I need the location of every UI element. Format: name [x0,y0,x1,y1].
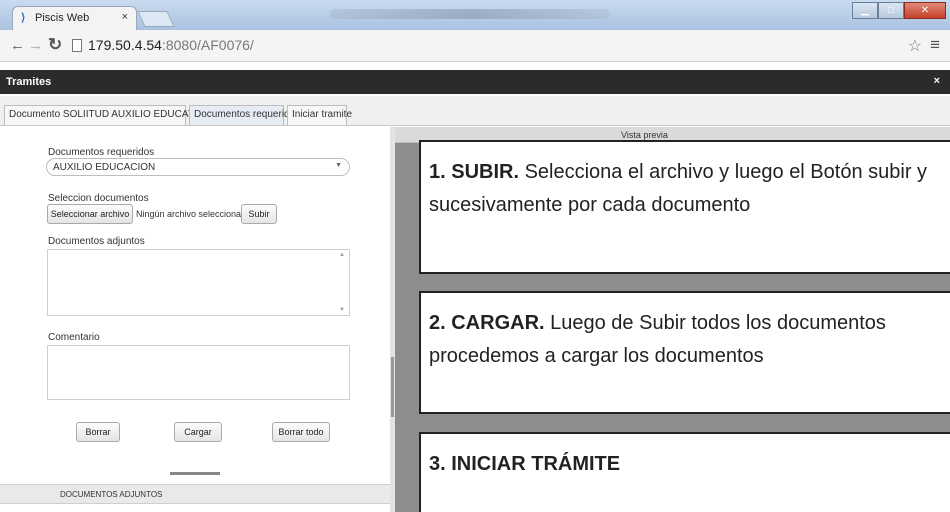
no-file-text: Ningún archivo seleccionado [136,209,252,219]
url-host: 179.50.4.54 [88,37,162,53]
page-icon [72,39,82,52]
minimize-button[interactable]: ▁ [852,2,878,19]
form-pane: Documentos requeridos AUXILIO EDUCACION … [0,127,394,512]
attached-docs-header: DOCUMENTOS ADJUNTOS [0,484,394,504]
required-docs-label: Documentos requeridos [48,147,155,158]
tab-iniciar-tramite[interactable]: Iniciar tramite [287,105,352,125]
tab-documentos-requeridos[interactable]: Documentos requeridos [189,105,300,125]
attached-docs-list[interactable]: ▲ ▼ [47,249,350,316]
comment-label: Comentario [48,332,100,343]
close-icon: ✕ [920,5,930,16]
chevron-down-icon: ▼ [335,162,342,169]
app-tabstrip: Documento SOLIITUD AUXILIO EDUCATIVO Doc… [0,96,950,126]
delete-button[interactable]: Borrar [76,422,120,442]
app-logo-icon: ⟩ [21,12,26,24]
bookmark-star-icon[interactable]: ☆ [908,36,922,56]
splitter-handle[interactable] [391,357,394,417]
required-docs-value: AUXILIO EDUCACION [53,162,156,173]
scroll-down-icon[interactable]: ▼ [339,307,345,313]
preview-title: Vista previa [621,130,668,140]
close-dialog-icon[interactable]: × [934,75,940,87]
note-text: 2. CARGAR. Luego de Subir todos los docu… [429,307,946,373]
menu-icon[interactable]: ≡ [930,35,940,55]
maximize-button[interactable]: □ [878,2,904,19]
window-controls: ▁ □ ✕ [852,2,946,19]
load-button[interactable]: Cargar [174,422,222,442]
note-step: 2. CARGAR. [429,312,545,334]
attached-docs-header-label: DOCUMENTOS ADJUNTOS [60,490,163,499]
maximize-icon: □ [887,5,895,16]
minimize-icon: ▁ [861,5,869,16]
url-path: :8080/AF0076/ [161,37,254,53]
attached-docs-label: Documentos adjuntos [48,236,145,247]
note-step: 3. INICIAR TRÁMITE [429,453,621,475]
note-step: 1. SUBIR. [429,161,520,183]
instruction-note-start: 3. INICIAR TRÁMITE [419,432,950,512]
instruction-note-upload: 1. SUBIR. Selecciona el archivo y luego … [419,140,950,274]
delete-all-button[interactable]: Borrar todo [272,422,330,442]
browser-tab-title: Piscis Web [35,12,90,24]
back-arrow-icon[interactable]: ← [10,37,25,54]
note-text: 1. SUBIR. Selecciona el archivo y luego … [429,156,946,222]
comment-textarea[interactable] [47,345,350,400]
page-title: Tramites [6,76,52,88]
browser-toolbar: ← → ↻ 179.50.4.54:8080/AF0076/ ☆ ≡ [0,30,950,62]
select-docs-label: Seleccion documentos [48,193,149,204]
forward-arrow-icon[interactable]: → [28,37,43,54]
window-title-blurred [330,9,610,19]
reload-icon[interactable]: ↻ [48,35,62,55]
app-header: Tramites × [0,70,950,94]
close-window-button[interactable]: ✕ [904,2,946,19]
pane-divider [170,472,220,475]
scroll-up-icon[interactable]: ▲ [339,252,345,258]
close-tab-icon[interactable]: × [122,11,128,23]
tab-documento[interactable]: Documento SOLIITUD AUXILIO EDUCATIVO [4,105,211,125]
choose-file-button[interactable]: Seleccionar archivo [47,204,133,224]
upload-button[interactable]: Subir [241,204,277,224]
address-bar[interactable]: 179.50.4.54:8080/AF0076/ [88,37,254,53]
browser-titlebar: ⟩ Piscis Web × ▁ □ ✕ [0,0,950,30]
note-text: 3. INICIAR TRÁMITE [429,448,946,481]
required-docs-select[interactable]: AUXILIO EDUCACION ▼ [46,158,350,176]
browser-tab[interactable]: ⟩ Piscis Web × [12,6,137,30]
new-tab-button[interactable] [137,11,175,27]
instruction-note-load: 2. CARGAR. Luego de Subir todos los docu… [419,291,950,414]
